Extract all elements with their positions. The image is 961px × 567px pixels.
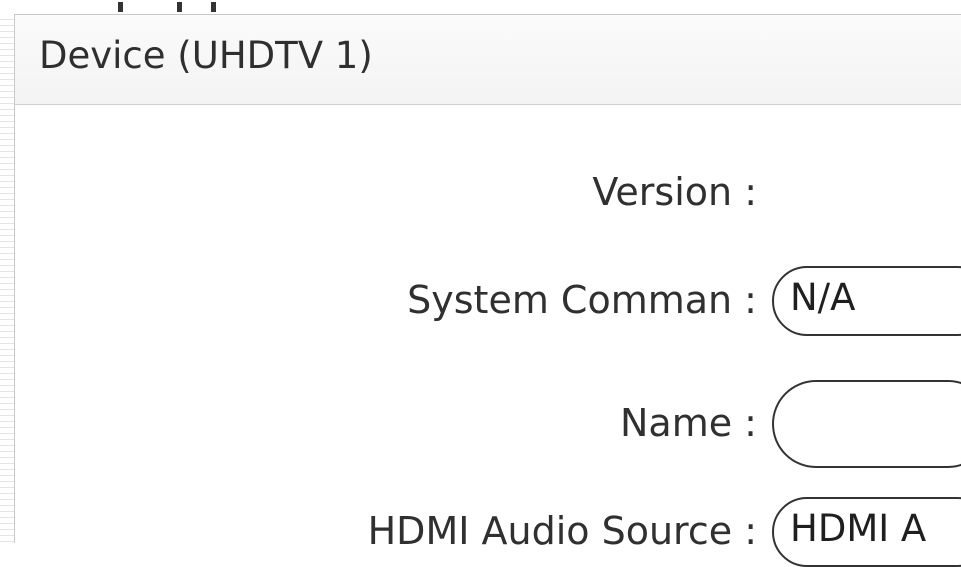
hdmi-audio-source-label: HDMI Audio Source :	[367, 509, 757, 553]
panel-header: Device (UHDTV 1)	[15, 15, 961, 105]
name-row: Name :	[0, 380, 961, 468]
version-label: Version :	[592, 170, 757, 214]
clipped-text-marks	[118, 2, 216, 12]
system-command-field[interactable]: N/A	[772, 266, 961, 336]
system-command-row: System Comman : N/A	[0, 266, 961, 336]
hdmi-audio-source-row: HDMI Audio Source : HDMI A	[0, 497, 961, 567]
panel-title: Device (UHDTV 1)	[39, 34, 373, 77]
clipped-text-above	[0, 0, 961, 14]
name-label: Name :	[620, 401, 757, 445]
system-command-label: System Comman :	[407, 278, 757, 322]
name-field[interactable]	[772, 380, 961, 468]
version-row: Version :	[0, 158, 961, 222]
hdmi-audio-source-field[interactable]: HDMI A	[772, 497, 961, 567]
